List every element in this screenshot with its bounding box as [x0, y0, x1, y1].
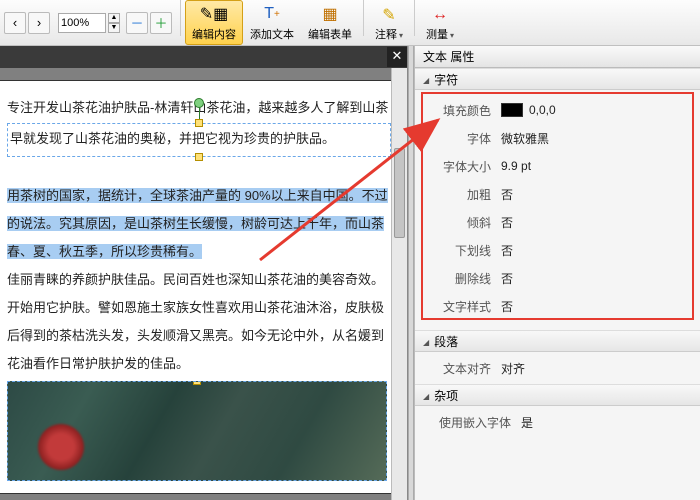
text-line: 后得到的茶枯洗头发，头发顺滑又黑亮。如今无论中外，从名媛到 [7, 323, 391, 349]
main-area: ✕ 专注开发山茶花油护肤品-林清轩山茶花油，越来越多人了解到山茶 早就发现了山茶… [0, 46, 700, 500]
measure-button[interactable]: ↔ 测量▾ [419, 0, 461, 45]
toolbar-separator [180, 0, 181, 36]
prop-font-size[interactable]: 字体大小9.9 pt [425, 152, 690, 180]
toolbar-left-group: ‹ › ▲▼ － ＋ [0, 0, 176, 45]
text-line: 早就发现了山茶花油的奥秘，并把它视为珍贵的护肤品。 [8, 126, 390, 152]
add-text-label: 添加文本 [250, 26, 294, 42]
edit-content-icon: ✎▦ [202, 3, 226, 25]
zoom-out-button[interactable]: － [126, 12, 148, 34]
text-line: 的说法。究其原因，是山茶树生长缓慢，树龄可达上千年，而山茶 [7, 211, 391, 237]
annotate-icon: ✎ [377, 4, 401, 26]
edit-form-button[interactable]: ▦ 编辑表单 [301, 0, 359, 45]
properties-panel: 文本 属性 字符 填充颜色0,0,0 字体微软雅黑 字体大小9.9 pt 加粗否… [414, 46, 700, 500]
edit-content-button[interactable]: ✎▦ 编辑内容 [185, 0, 243, 45]
edit-form-label: 编辑表单 [308, 26, 352, 42]
zoom-stepper[interactable]: ▲▼ [108, 13, 120, 33]
resize-handle-bottom[interactable] [195, 153, 203, 161]
zoom-input[interactable] [58, 13, 106, 33]
text-line: 春、夏、秋五季，所以珍贵稀有。 [7, 239, 391, 265]
add-text-button[interactable]: T+ 添加文本 [243, 0, 301, 45]
page: 专注开发山茶花油护肤品-林清轩山茶花油，越来越多人了解到山茶 早就发现了山茶花油… [0, 80, 404, 494]
annotate-button[interactable]: ✎ 注释▾ [368, 0, 410, 45]
document-tab-bar: ✕ [0, 46, 407, 68]
toolbar-separator [414, 0, 415, 36]
text-line: 开始用它护肤。譬如恩施土家族女性喜欢用山茶花油沐浴，皮肤极 [7, 295, 391, 321]
prop-underline[interactable]: 下划线否 [425, 236, 690, 264]
close-icon[interactable]: ✕ [387, 47, 407, 67]
ribbon-toolbar: ‹ › ▲▼ － ＋ ✎▦ 编辑内容 T+ 添加文本 ▦ 编辑表单 ✎ 注释▾ … [0, 0, 700, 46]
misc-properties: 使用嵌入字体是 [415, 406, 700, 446]
measure-icon: ↔ [428, 4, 452, 26]
document-viewport[interactable]: 专注开发山茶花油护肤品-林清轩山茶花油，越来越多人了解到山茶 早就发现了山茶花油… [0, 68, 407, 500]
edit-form-icon: ▦ [318, 3, 342, 25]
color-swatch[interactable] [501, 103, 523, 117]
vertical-scrollbar[interactable] [391, 68, 407, 500]
prop-italic[interactable]: 倾斜否 [425, 208, 690, 236]
resize-handle-top[interactable] [193, 381, 201, 385]
para-properties: 文本对齐对齐 [415, 352, 700, 384]
annotate-label: 注释 [375, 29, 397, 41]
edit-content-label: 编辑内容 [192, 26, 236, 42]
section-header-paragraph[interactable]: 段落 [415, 330, 700, 352]
toolbar-separator [363, 0, 364, 36]
add-text-icon: T+ [260, 3, 284, 25]
prop-text-style[interactable]: 文字样式否 [425, 292, 690, 320]
page-next-button[interactable]: › [28, 12, 50, 34]
chevron-down-icon: ▾ [450, 31, 454, 40]
text-selection-block[interactable]: 早就发现了山茶花油的奥秘，并把它视为珍贵的护肤品。 [7, 123, 391, 157]
prop-strike[interactable]: 删除线否 [425, 264, 690, 292]
prop-align[interactable]: 文本对齐对齐 [425, 354, 690, 382]
document-pane: ✕ 专注开发山茶花油护肤品-林清轩山茶花油，越来越多人了解到山茶 早就发现了山茶… [0, 46, 408, 500]
char-properties: 填充颜色0,0,0 字体微软雅黑 字体大小9.9 pt 加粗否 倾斜否 下划线否… [415, 90, 700, 330]
prop-font[interactable]: 字体微软雅黑 [425, 124, 690, 152]
section-header-char[interactable]: 字符 [415, 68, 700, 90]
text-line: 花油看作日常护肤护发的佳品。 [7, 351, 391, 377]
text-line: 佳丽青睐的养颜护肤佳品。民间百姓也深知山茶花油的美容奇效。 [7, 267, 391, 293]
prop-bold[interactable]: 加粗否 [425, 180, 690, 208]
zoom-in-button[interactable]: ＋ [150, 12, 172, 34]
page-prev-button[interactable]: ‹ [4, 12, 26, 34]
measure-label: 测量 [426, 29, 448, 41]
image-selection-block[interactable] [7, 381, 387, 481]
resize-handle-top[interactable] [195, 119, 203, 127]
zoom-control: ▲▼ [58, 13, 120, 33]
section-header-misc[interactable]: 杂项 [415, 384, 700, 406]
chevron-down-icon: ▾ [399, 31, 403, 40]
panel-title: 文本 属性 [415, 46, 700, 68]
scrollbar-thumb[interactable] [394, 148, 405, 238]
prop-embed-font[interactable]: 使用嵌入字体是 [425, 408, 690, 436]
prop-fill-color[interactable]: 填充颜色0,0,0 [425, 96, 690, 124]
text-line: 用茶树的国家，据统计，全球茶油产量的 90%以上来自中国。不过 [7, 183, 391, 209]
